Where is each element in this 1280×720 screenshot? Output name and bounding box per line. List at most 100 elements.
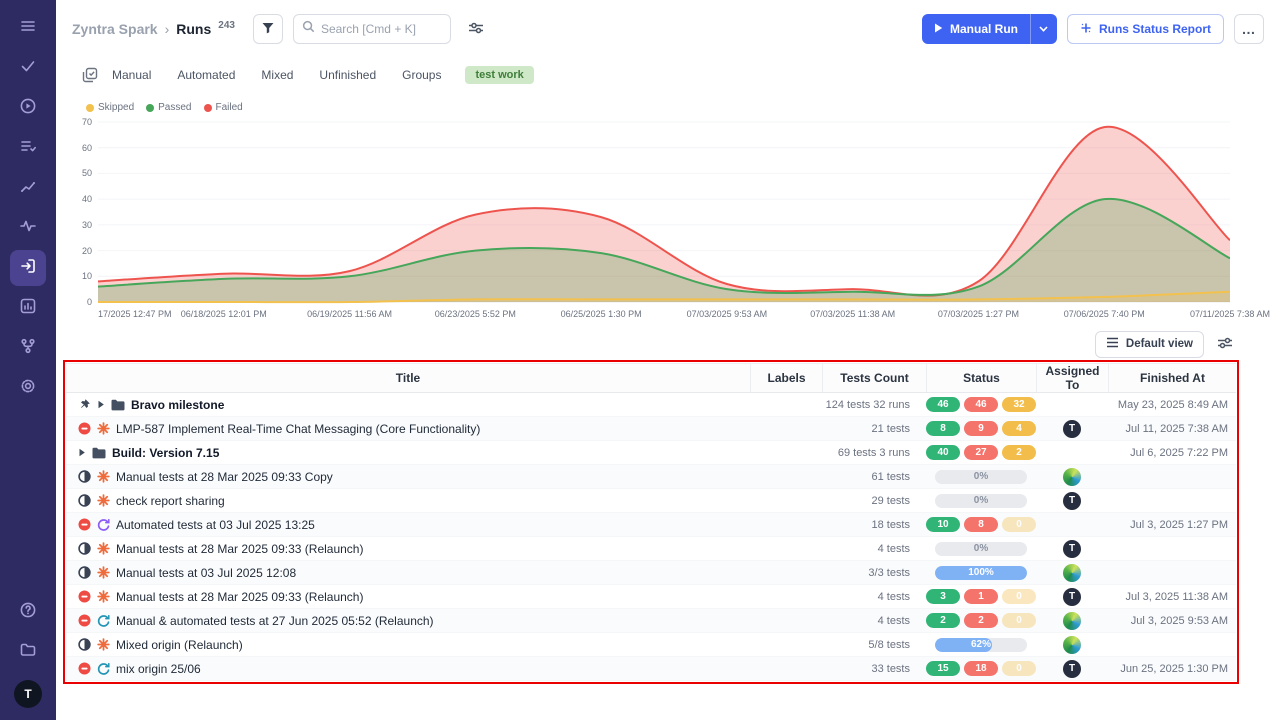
run-title[interactable]: LMP-587 Implement Real-Time Chat Messagi… [116, 422, 480, 436]
table-row[interactable]: Manual tests at 03 Jul 2025 12:083/3 tes… [66, 561, 1236, 585]
assigned-to-cell: T [1036, 420, 1108, 438]
title-cell: Bravo milestone [66, 398, 750, 412]
breadcrumb-project[interactable]: Zyntra Spark [72, 21, 158, 37]
failed-count-badge: 27 [964, 445, 998, 460]
default-view-button[interactable]: Default view [1095, 331, 1204, 358]
table-row[interactable]: Bravo milestone124 tests 32 runs464632Ma… [66, 393, 1236, 417]
runs-status-report-button[interactable]: Runs Status Report [1067, 14, 1224, 44]
x-tick-label: 07/03/2025 11:38 AM [810, 309, 895, 319]
progress-bar: 100% [935, 566, 1027, 580]
sidebar-item-runs-play[interactable] [10, 90, 46, 126]
run-title[interactable]: Manual tests at 03 Jul 2025 12:08 [116, 566, 296, 580]
sidebar-item-settings[interactable] [10, 370, 46, 406]
folder-icon [111, 399, 125, 411]
assignee-avatar[interactable]: T [1063, 420, 1081, 438]
table-row[interactable]: Build: Version 7.1569 tests 3 runs40272J… [66, 441, 1236, 465]
assignee-avatar[interactable]: T [1063, 588, 1081, 606]
legend-label: Failed [216, 102, 243, 113]
tab-unfinished[interactable]: Unfinished [319, 68, 376, 82]
user-avatar[interactable]: T [14, 680, 42, 708]
progress-label: 62% [935, 638, 1027, 652]
sidebar-item-help[interactable] [10, 594, 46, 630]
legend-item-skipped: Skipped [86, 102, 134, 113]
folder-icon [92, 447, 106, 459]
view-settings-button[interactable] [1210, 329, 1240, 359]
finished-at-cell: May 23, 2025 8:49 AM [1108, 399, 1236, 411]
bulk-select-icon[interactable] [82, 67, 98, 83]
run-title[interactable]: Manual tests at 28 Mar 2025 09:33 (Relau… [116, 590, 363, 604]
column-header-finished-at[interactable]: Finished At [1108, 364, 1236, 392]
assignee-avatar[interactable] [1063, 468, 1081, 486]
sidebar-item-integrations[interactable] [10, 330, 46, 366]
more-button[interactable]: … [1234, 14, 1264, 44]
table-row[interactable]: Mixed origin (Relaunch)5/8 tests62% [66, 633, 1236, 657]
column-header-status[interactable]: Status [926, 364, 1036, 392]
sidebar-item-test-runs[interactable] [10, 250, 46, 286]
assignee-avatar[interactable]: T [1063, 660, 1081, 678]
table-row[interactable]: LMP-587 Implement Real-Time Chat Messagi… [66, 417, 1236, 441]
sidebar-item-todo[interactable] [10, 50, 46, 86]
tab-groups[interactable]: Groups [402, 68, 441, 82]
sidebar-item-reports[interactable] [10, 290, 46, 326]
table-row[interactable]: Manual & automated tests at 27 Jun 2025 … [66, 609, 1236, 633]
run-title[interactable]: check report sharing [116, 494, 225, 508]
filter-tag-test-work[interactable]: test work [465, 66, 533, 84]
manual-run-button[interactable]: Manual Run [922, 14, 1057, 44]
assignee-avatar[interactable] [1063, 564, 1081, 582]
y-tick-label: 60 [82, 143, 92, 153]
passed-count-badge: 10 [926, 517, 960, 532]
breadcrumb: Zyntra Spark › Runs 243 [72, 21, 235, 37]
x-tick-label: 07/11/2025 7:38 AM [1190, 309, 1270, 319]
expand-arrow-icon[interactable] [97, 400, 105, 409]
table-row[interactable]: Manual tests at 28 Mar 2025 09:33 (Relau… [66, 585, 1236, 609]
sidebar-item-menu[interactable] [10, 10, 46, 46]
table-row[interactable]: Automated tests at 03 Jul 2025 13:2518 t… [66, 513, 1236, 537]
assignee-avatar[interactable]: T [1063, 540, 1081, 558]
sidebar-item-activity[interactable] [10, 210, 46, 246]
sidebar-item-analytics[interactable] [10, 170, 46, 206]
sidebar-item-test-cases[interactable] [10, 130, 46, 166]
search-input[interactable] [321, 22, 442, 36]
tab-automated[interactable]: Automated [177, 68, 235, 82]
table-row[interactable]: mix origin 25/0633 tests15180TJun 25, 20… [66, 657, 1236, 681]
search-box[interactable] [293, 14, 451, 44]
table-row[interactable]: Manual tests at 28 Mar 2025 09:33 (Relau… [66, 537, 1236, 561]
assignee-avatar[interactable] [1063, 612, 1081, 630]
table-row[interactable]: check report sharing29 tests0%T [66, 489, 1236, 513]
column-header-labels[interactable]: Labels [750, 364, 822, 392]
run-title[interactable]: Mixed origin (Relaunch) [116, 638, 243, 652]
run-title[interactable]: Automated tests at 03 Jul 2025 13:25 [116, 518, 315, 532]
sidebar-icons [10, 10, 46, 410]
breadcrumb-separator-icon: › [165, 21, 170, 37]
filter-button[interactable] [253, 14, 283, 44]
run-title[interactable]: Manual tests at 28 Mar 2025 09:33 Copy [116, 470, 333, 484]
x-tick-label: 07/03/2025 9:53 AM [687, 309, 768, 319]
column-header-tests-count[interactable]: Tests Count [822, 364, 926, 392]
sidebar-item-docs[interactable] [10, 634, 46, 670]
x-axis-labels: 17/2025 12:47 PM06/18/2025 12:01 PM06/19… [98, 309, 1230, 327]
status-cell: 464632 [926, 397, 1036, 412]
progress-bar: 62% [935, 638, 1027, 652]
search-settings-button[interactable] [461, 14, 491, 44]
filter-row: Manual Automated Mixed Unfinished Groups tes… [56, 58, 1280, 92]
folder-tab-icon [19, 641, 37, 664]
column-header-assigned-to[interactable]: Assigned To [1036, 364, 1108, 392]
progress-label: 0% [935, 494, 1027, 508]
tab-mixed[interactable]: Mixed [261, 68, 293, 82]
run-title[interactable]: Build: Version 7.15 [112, 446, 219, 460]
run-title[interactable]: Manual & automated tests at 27 Jun 2025 … [116, 614, 434, 628]
expand-arrow-icon[interactable] [78, 448, 86, 457]
automated-run-icon [97, 518, 110, 531]
tab-manual[interactable]: Manual [112, 68, 151, 82]
column-header-title[interactable]: Title [66, 364, 750, 392]
table-row[interactable]: Manual tests at 28 Mar 2025 09:33 Copy61… [66, 465, 1236, 489]
chevron-down-icon[interactable] [1031, 14, 1057, 44]
run-title[interactable]: Bravo milestone [131, 398, 224, 412]
assignee-avatar[interactable] [1063, 636, 1081, 654]
run-title[interactable]: Manual tests at 28 Mar 2025 09:33 (Relau… [116, 542, 363, 556]
tests-count-cell: 4 tests [822, 615, 926, 627]
run-title[interactable]: mix origin 25/06 [116, 662, 201, 676]
assignee-avatar[interactable]: T [1063, 492, 1081, 510]
y-tick-label: 20 [82, 246, 92, 256]
legend-dot-passed [146, 104, 154, 112]
